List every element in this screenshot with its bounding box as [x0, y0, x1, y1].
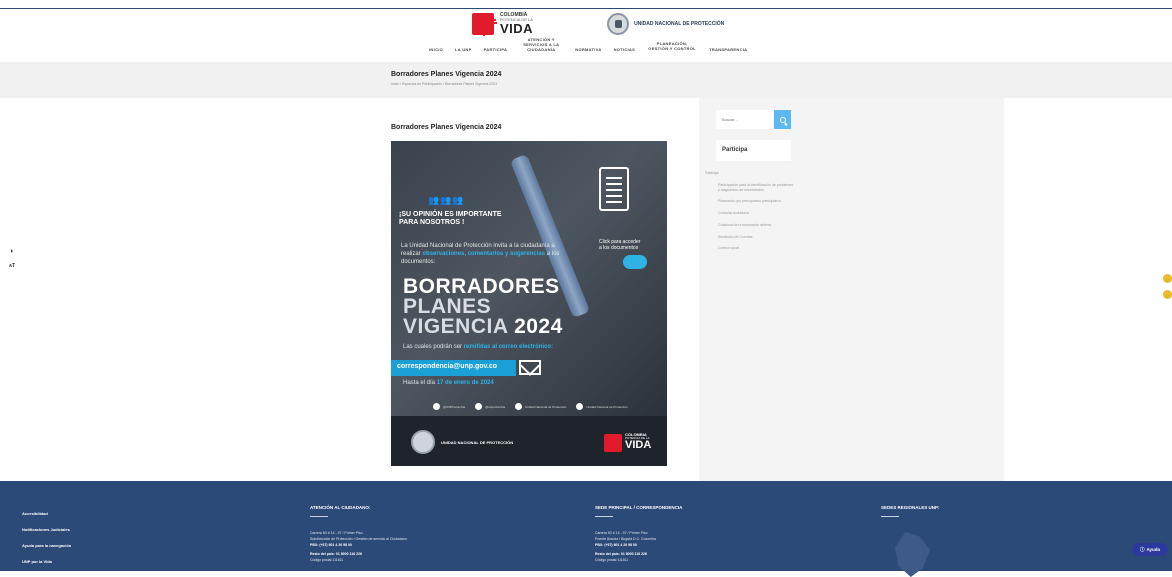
breadcrumb[interactable]: Inicio / Espacios de Participación / Bor…	[391, 82, 497, 86]
logo-line-3: VIDA	[500, 21, 534, 36]
footer-link[interactable]: Notificaciones Judiciales	[22, 527, 71, 532]
colombia-flag-icon	[472, 13, 497, 36]
content-title: Borradores Planes Vigencia 2024	[391, 124, 502, 131]
colombia-potencia-logo[interactable]: COLOMBIA POTENCIA DE LA VIDA	[472, 13, 534, 36]
document-icon	[599, 167, 629, 211]
poster-click-text: Click para acceder a los documentos	[599, 239, 641, 251]
search-input[interactable]	[716, 110, 774, 129]
contrast-icon[interactable]: ◑	[9, 248, 15, 255]
footer-link[interactable]: Accesibilidad	[22, 511, 71, 516]
unp-logo[interactable]: UNIDAD NACIONAL DE PROTECCIÓN	[607, 13, 724, 35]
search-button[interactable]	[774, 110, 791, 129]
nav-atencion[interactable]: ATENCIÓN Y SERVICIOS A LA CIUDADANÍA	[513, 37, 569, 53]
poster-remit-text: Las cuales podrán ser remitidas al corre…	[403, 344, 554, 350]
nav-noticias[interactable]: NOTICIAS	[608, 43, 642, 52]
nav-planeacion[interactable]: PLANEACIÓN, GESTIÓN Y CONTROL	[641, 41, 703, 51]
sidebar-item[interactable]: Participación para la identificación de …	[705, 183, 795, 192]
poster-email: correspondencia@unp.gov.co	[391, 360, 516, 376]
colombia-flag-icon	[604, 434, 622, 452]
footer-sedes-regionales: SEDES REGIONALES UNP:	[881, 505, 940, 531]
poster-deadline: Hasta el día 17 de enero de 2024	[403, 380, 494, 386]
sidebar-item[interactable]: Colaboración e innovación abierta	[705, 223, 795, 228]
header-logos: COLOMBIA POTENCIA DE LA VIDA UNIDAD NACI…	[472, 13, 724, 36]
twitter-icon	[433, 403, 440, 410]
footer-link[interactable]: UNP por la Vida	[22, 559, 71, 564]
page-header-band: Borradores Planes Vigencia 2024 Inicio /…	[0, 62, 1172, 98]
borradores-poster-image[interactable]: 👥👥👥 ¡SU OPINIÓN ES IMPORTANTE PARA NOSOT…	[391, 141, 667, 466]
help-icon: ⓘ	[1139, 546, 1145, 552]
text-size-icon[interactable]: ᴀT	[9, 263, 15, 269]
site-header: COLOMBIA POTENCIA DE LA VIDA UNIDAD NACI…	[0, 9, 1172, 62]
sidebar-menu-label[interactable]: Participa	[705, 171, 795, 175]
page-title: Borradores Planes Vigencia 2024	[391, 71, 502, 78]
main-nav: INICIO LA UNP PARTICIPA ATENCIÓN Y SERVI…	[423, 37, 753, 53]
nav-la-unp[interactable]: LA UNP	[449, 43, 478, 52]
footer-atencion: ATENCIÓN AL CIUDADANO: Carrera 63 # 14 -…	[310, 505, 407, 562]
nav-normativa[interactable]: NORMATIVA	[569, 43, 607, 52]
nav-inicio[interactable]: INICIO	[423, 43, 449, 52]
sidebar-item[interactable]: Consulta ciudadana	[705, 211, 795, 216]
footer-sede-principal: SEDE PRINCIPAL / CORRESPONDENCIA Carrera…	[595, 505, 683, 562]
poster-footer: UNIDAD NACIONAL DE PROTECCIÓN COLOMBIA P…	[391, 416, 667, 466]
unp-logo-text: UNIDAD NACIONAL DE PROTECCIÓN	[634, 21, 725, 27]
help-button[interactable]: ⓘ Ayuda	[1132, 543, 1168, 556]
sidebar-item[interactable]: Planeación y/o presupuesto participativo	[705, 199, 795, 204]
youtube-icon	[576, 403, 584, 410]
sidebar-widget-title: Participa	[716, 140, 791, 161]
poster-social-row: @UNPColombia @unpcolombia Unidad Naciona…	[433, 403, 628, 410]
floating-widget-icon[interactable]	[1163, 274, 1172, 283]
footer-links: Accesibilidad Notificaciones Judiciales …	[22, 511, 71, 564]
poster-big-title: BORRADORES PLANES VIGENCIA 2024	[403, 275, 563, 338]
nav-transparencia[interactable]: TRANSPARENCIA	[703, 43, 753, 52]
footer-link[interactable]: Ayuda para la navegación	[22, 543, 71, 548]
click-link-icon	[623, 255, 647, 269]
sidebar-item[interactable]: Rendición de Cuentas	[705, 235, 795, 240]
poster-intro: La Unidad Nacional de Protección invita …	[401, 243, 560, 265]
envelope-icon	[519, 360, 541, 375]
people-icon: 👥👥👥	[428, 195, 465, 205]
instagram-icon	[475, 403, 483, 410]
unp-seal-icon	[411, 430, 435, 454]
floating-widget-icon[interactable]	[1163, 290, 1172, 299]
nav-participa[interactable]: PARTICIPA	[478, 43, 514, 52]
sidebar-search	[716, 110, 791, 129]
colombia-map-icon[interactable]	[895, 532, 930, 577]
sidebar-item[interactable]: Control social	[705, 246, 795, 251]
facebook-icon	[515, 403, 523, 410]
search-icon	[779, 116, 786, 123]
site-footer: Accesibilidad Notificaciones Judiciales …	[0, 481, 1172, 577]
poster-headline: ¡SU OPINIÓN ES IMPORTANTE PARA NOSOTROS …	[399, 211, 502, 226]
unp-seal-icon	[607, 13, 630, 35]
accessibility-tools: ◑ ᴀT	[9, 248, 15, 269]
sidebar-menu: Participa Participación para la identifi…	[705, 171, 795, 258]
